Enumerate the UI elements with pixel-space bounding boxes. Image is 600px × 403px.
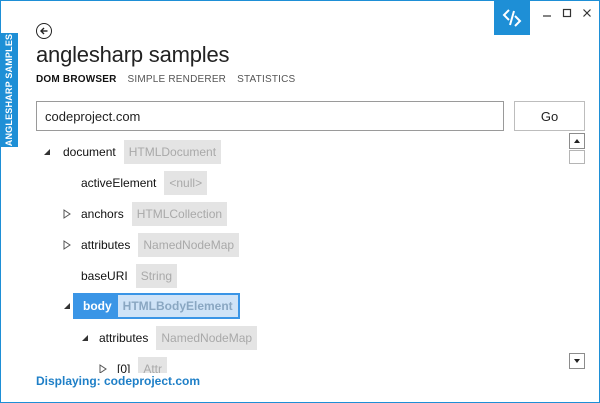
app-title: anglesharp samples — [36, 42, 230, 67]
tree-row[interactable]: attributes NamedNodeMap — [36, 325, 258, 351]
node-name: activeElement — [81, 176, 157, 190]
node-name: [0] — [117, 362, 131, 373]
tree-row[interactable]: activeElement <null> — [36, 170, 208, 196]
node-type-badge: NamedNodeMap — [138, 233, 240, 257]
logo-tile — [494, 1, 530, 35]
tab-statistics[interactable]: STATISTICS — [237, 74, 295, 85]
tree-row[interactable]: document HTMLDocument — [36, 139, 222, 165]
scroll-up-icon — [574, 139, 580, 143]
node-name: baseURI — [81, 269, 128, 283]
node-type-badge: <null> — [164, 171, 208, 195]
go-button[interactable]: Go — [514, 101, 585, 131]
anglesharp-logo-icon — [502, 9, 522, 27]
node-type-badge: Attr — [138, 357, 168, 373]
selected-node-box[interactable]: body HTMLBodyElement — [73, 293, 240, 319]
node-name: body — [83, 299, 112, 313]
tab-dom-browser[interactable]: DOM BROWSER — [36, 74, 117, 85]
collapsed-arrow-icon[interactable] — [62, 240, 72, 250]
scroll-down-icon — [574, 359, 580, 363]
node-type-badge: HTMLCollection — [131, 202, 228, 226]
node-type-badge: String — [135, 264, 178, 288]
node-type-badge: HTMLDocument — [123, 140, 222, 164]
side-tab-label: ANGLESHARP SAMPLES — [4, 33, 14, 147]
collapsed-arrow-icon[interactable] — [62, 209, 72, 219]
close-button[interactable] — [581, 7, 593, 19]
scroll-down-button[interactable] — [569, 353, 585, 369]
side-tab[interactable]: ANGLESHARP SAMPLES — [0, 33, 18, 147]
window-controls — [541, 7, 593, 19]
url-input[interactable] — [36, 101, 504, 131]
expanded-arrow-icon[interactable] — [62, 301, 72, 311]
collapsed-arrow-icon[interactable] — [98, 364, 108, 373]
minimize-button[interactable] — [541, 7, 553, 19]
close-icon — [583, 9, 591, 17]
node-name: attributes — [81, 238, 131, 252]
maximize-button[interactable] — [561, 7, 573, 19]
node-name: document — [63, 145, 116, 159]
minimize-icon — [543, 15, 551, 17]
status-text: Displaying: codeproject.com — [36, 374, 201, 388]
tab-simple-renderer[interactable]: SIMPLE RENDERER — [128, 74, 227, 85]
dom-tree: document HTMLDocument activeElement <nul… — [36, 137, 566, 373]
node-type-badge: NamedNodeMap — [156, 326, 258, 350]
expanded-arrow-icon[interactable] — [80, 333, 90, 343]
tree-row-selected[interactable]: body HTMLBodyElement — [36, 293, 240, 319]
scroll-thumb[interactable] — [569, 150, 585, 164]
tree-row[interactable]: baseURI String — [36, 263, 178, 289]
scroll-up-button[interactable] — [569, 133, 585, 149]
back-button[interactable] — [36, 23, 52, 39]
tree-scrollbar[interactable] — [569, 133, 585, 373]
node-name: attributes — [99, 331, 149, 345]
node-name: anchors — [81, 207, 124, 221]
tree-row[interactable]: [0] Attr — [36, 356, 168, 373]
app-window: ANGLESHARP SAMPLES anglesharp samples DO… — [0, 0, 600, 403]
node-type-badge: HTMLBodyElement — [117, 295, 238, 317]
expanded-arrow-icon[interactable] — [42, 147, 52, 157]
tree-row[interactable]: anchors HTMLCollection — [36, 201, 228, 227]
nav-tabs: DOM BROWSER SIMPLE RENDERER STATISTICS — [36, 74, 295, 85]
tree-row[interactable]: attributes NamedNodeMap — [36, 232, 240, 258]
maximize-icon — [562, 8, 572, 18]
arrow-left-icon — [40, 27, 48, 35]
